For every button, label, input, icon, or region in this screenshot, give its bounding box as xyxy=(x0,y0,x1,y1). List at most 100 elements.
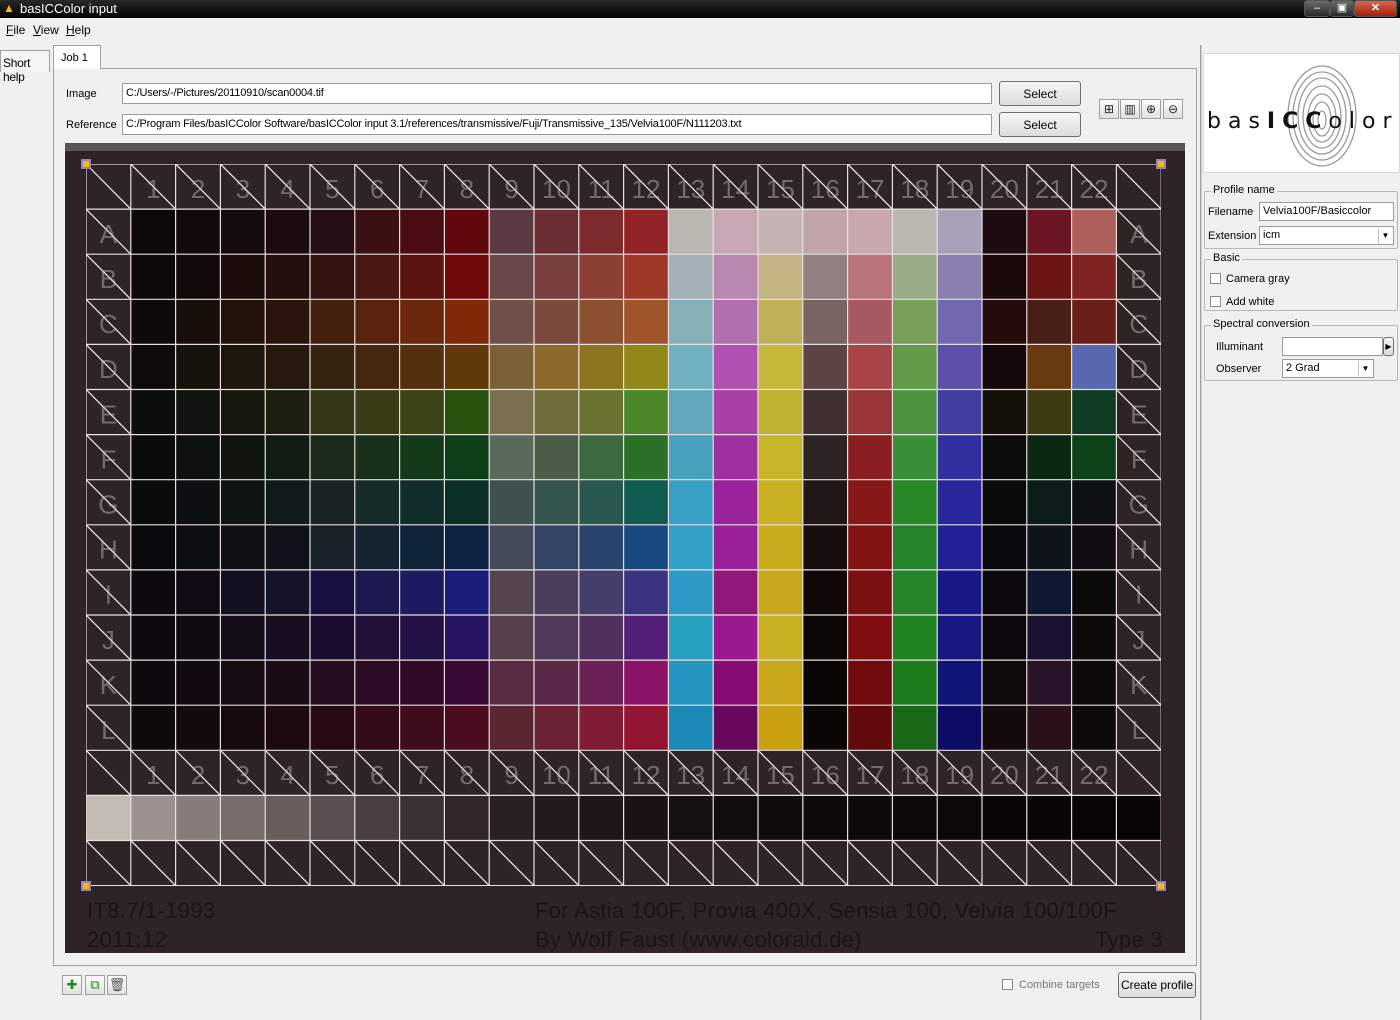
camera-gray-label: Camera gray xyxy=(1226,273,1290,285)
row-label: I xyxy=(105,580,112,610)
maximize-button[interactable]: ▣ xyxy=(1330,0,1354,17)
row-label: H xyxy=(99,535,118,565)
column-label: 9 xyxy=(504,760,518,790)
illuminant-label: Illuminant xyxy=(1216,341,1264,353)
target-caption-date: 2011:12 xyxy=(87,927,167,952)
window-title: basICColor input xyxy=(20,1,117,16)
basic-title: Basic xyxy=(1211,252,1242,264)
column-label: 5 xyxy=(325,174,339,204)
tab-short-help[interactable]: Short help xyxy=(0,50,50,84)
corner-handle[interactable] xyxy=(81,159,91,169)
row-label: G xyxy=(98,490,118,520)
column-label: 21 xyxy=(1035,174,1064,204)
profile-name-title: Profile name xyxy=(1211,184,1277,196)
illuminant-expand-arrow-icon[interactable]: ▶ xyxy=(1383,337,1394,356)
row-label: C xyxy=(99,309,118,339)
row-label: I xyxy=(1135,580,1142,610)
column-label: 12 xyxy=(632,174,661,204)
camera-gray-checkbox[interactable] xyxy=(1210,273,1221,284)
duplicate-job-icon[interactable]: ⧉ xyxy=(85,975,105,995)
row-label: F xyxy=(1131,444,1147,474)
column-label: 13 xyxy=(676,760,705,790)
observer-label: Observer xyxy=(1216,363,1262,375)
spectral-conversion-group: Spectral conversion Illuminant ▶ Observe… xyxy=(1204,318,1398,381)
row-label: G xyxy=(1129,490,1149,520)
corner-handle[interactable] xyxy=(1156,880,1167,891)
column-label: 14 xyxy=(721,760,750,790)
select-image-button[interactable]: Select xyxy=(999,81,1081,106)
column-label: 10 xyxy=(542,760,571,790)
column-label: 3 xyxy=(236,760,250,790)
column-label: 20 xyxy=(990,174,1019,204)
combine-targets-checkbox[interactable] xyxy=(1002,979,1013,990)
column-label: 11 xyxy=(588,174,615,204)
target-image-view[interactable]: 1 1 2 2 3 3 4 4 5 5 6 6 7 7 8 8 9 9 10 10 11 11 12 12 13 13 14 14 15… xyxy=(65,143,1185,953)
grid-overlay: 1122334455667788991010111112121313141415… xyxy=(86,164,1162,886)
reference-label: Reference xyxy=(66,119,117,131)
add-white-checkbox[interactable] xyxy=(1210,296,1221,307)
column-label: 4 xyxy=(280,174,294,204)
column-label: 16 xyxy=(811,174,840,204)
fit-window-icon[interactable]: ⊞ xyxy=(1099,99,1119,119)
panel-divider[interactable] xyxy=(1200,45,1202,1020)
column-label: 8 xyxy=(460,760,474,790)
basic-group: Basic Camera gray Add white xyxy=(1204,252,1398,311)
row-label: E xyxy=(1130,399,1147,429)
tab-job-1[interactable]: Job 1 xyxy=(53,45,101,69)
menu-file[interactable]: File xyxy=(6,23,25,37)
column-label: 7 xyxy=(415,760,429,790)
spectral-title: Spectral conversion xyxy=(1211,318,1312,330)
corner-handle[interactable] xyxy=(1156,159,1167,169)
filename-input[interactable]: Velvia100F/Basiccolor xyxy=(1259,202,1394,221)
column-label: 17 xyxy=(856,760,885,790)
column-label: 14 xyxy=(721,174,750,204)
column-label: 20 xyxy=(990,760,1019,790)
column-label: 1 xyxy=(146,174,160,204)
filename-label: Filename xyxy=(1208,206,1254,218)
illuminant-input[interactable] xyxy=(1282,337,1383,356)
delete-job-icon[interactable]: 🗑 xyxy=(107,975,127,995)
column-label: 8 xyxy=(460,174,474,204)
extension-select[interactable]: icm ▼ xyxy=(1259,226,1394,245)
column-label: 7 xyxy=(415,174,429,204)
column-label: 3 xyxy=(236,174,250,204)
column-label: 2 xyxy=(191,760,205,790)
row-label: J xyxy=(102,625,115,655)
target-top-strip xyxy=(65,143,1185,151)
close-button[interactable]: ✕ xyxy=(1354,0,1397,17)
row-label: B xyxy=(1130,264,1147,294)
row-label: L xyxy=(1132,715,1146,745)
column-label: 2 xyxy=(191,174,205,204)
zoom-out-icon[interactable]: ⊖ xyxy=(1163,99,1183,119)
extension-label: Extension xyxy=(1208,230,1257,242)
reference-path-input[interactable]: C:/Program Files/basICColor Software/bas… xyxy=(122,114,992,135)
row-label: K xyxy=(1130,670,1148,700)
fit-width-icon[interactable]: ▥ xyxy=(1120,99,1140,119)
logo-text: basICColor xyxy=(1207,109,1399,134)
zoom-in-icon[interactable]: ⊕ xyxy=(1141,99,1161,119)
column-label: 13 xyxy=(676,174,705,204)
image-path-input[interactable]: C:/Users/-/Pictures/20110910/scan0004.ti… xyxy=(122,83,992,104)
target-caption-type: Type 3 xyxy=(1095,927,1163,952)
add-white-label: Add white xyxy=(1226,296,1275,308)
combine-targets-label: Combine targets xyxy=(1019,979,1100,991)
target-caption-films: For Astia 100F, Provia 400X, Sensia 100,… xyxy=(535,898,1117,923)
target-caption-author: By Wolf Faust (www.coloraid.de) xyxy=(535,927,862,952)
column-label: 21 xyxy=(1035,760,1064,790)
column-label: 18 xyxy=(900,760,929,790)
corner-handle[interactable] xyxy=(81,880,91,891)
menu-help[interactable]: Help xyxy=(66,23,91,37)
minimize-button[interactable]: ‒ xyxy=(1304,0,1330,17)
chevron-down-icon: ▼ xyxy=(1378,228,1392,243)
menu-view[interactable]: View xyxy=(33,23,59,37)
create-profile-button[interactable]: Create profile xyxy=(1118,972,1196,998)
target-caption-standard: IT8.7/1-1993 xyxy=(87,898,216,923)
column-label: 15 xyxy=(766,760,795,790)
row-label: C xyxy=(1129,309,1148,339)
column-label: 19 xyxy=(945,174,974,204)
observer-select[interactable]: 2 Grad ▼ xyxy=(1282,359,1374,378)
add-job-icon[interactable]: ✚ xyxy=(62,975,82,995)
column-label: 17 xyxy=(856,174,885,204)
select-reference-button[interactable]: Select xyxy=(999,112,1081,137)
it8-target-grid[interactable]: 1 1 2 2 3 3 4 4 5 5 6 6 7 7 8 8 9 9 10 10 11 11 12 12 13 13 14 14 15… xyxy=(81,159,1167,891)
